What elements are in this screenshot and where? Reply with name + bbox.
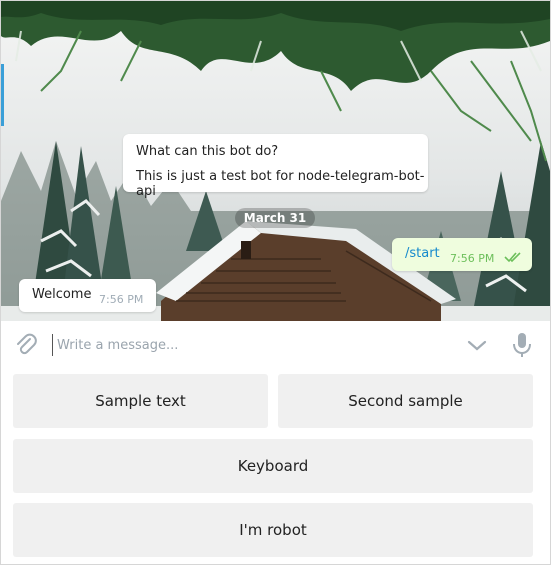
outgoing-message[interactable]: /start 7:56 PM [392,238,532,271]
keyboard-button-second-sample[interactable]: Second sample [278,374,533,428]
keyboard-button-keyboard[interactable]: Keyboard [13,439,533,493]
telegram-window: What can this bot do? This is just a tes… [0,0,551,565]
chevron-down-icon[interactable] [465,335,489,355]
keyboard-button-sample-text[interactable]: Sample text [13,374,268,428]
keyboard-button-im-robot[interactable]: I'm robot [13,503,533,557]
chat-area: What can this bot do? This is just a tes… [1,1,550,321]
reply-keyboard: Sample text Second sample Keyboard I'm r… [1,369,550,564]
message-text[interactable]: /start [405,246,440,261]
date-separator: March 31 [235,208,315,228]
message-input[interactable] [52,334,437,356]
scroll-accent-bar [1,64,4,126]
message-time: 7:56 PM [99,293,144,306]
microphone-icon[interactable] [511,331,533,359]
message-composer [1,321,550,369]
incoming-message[interactable]: Welcome 7:56 PM [19,279,156,312]
bot-info-card: What can this bot do? This is just a tes… [123,134,428,199]
double-check-icon [504,252,521,263]
bot-info-description: This is just a test bot for node-telegra… [136,169,425,199]
message-text: Welcome [32,287,92,302]
bot-info-title: What can this bot do? [136,144,279,159]
message-time: 7:56 PM [450,252,495,265]
paperclip-icon[interactable] [13,332,39,358]
